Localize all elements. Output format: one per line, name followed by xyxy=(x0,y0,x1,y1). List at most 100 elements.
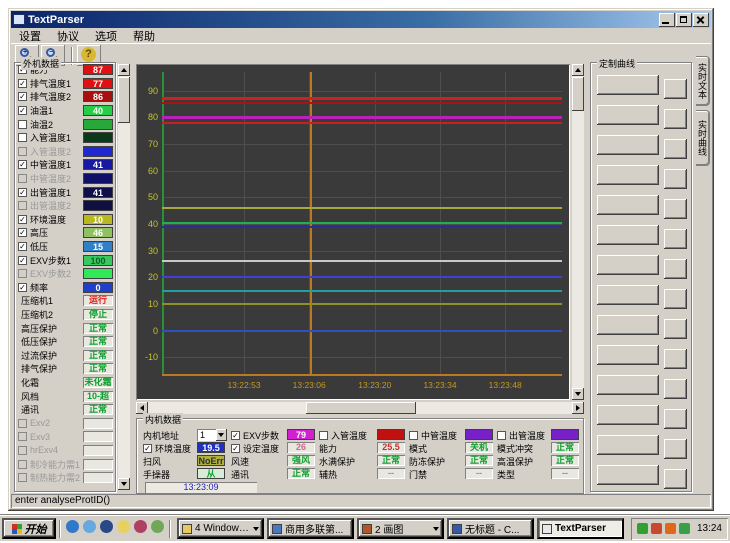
outdoor-data-list: ✓能力87✓排气温度177✓排气温度286✓油温140油温2入管温度1入管温度2… xyxy=(15,63,115,484)
custom-curve-value-field[interactable] xyxy=(664,409,687,429)
chart-vertical-scrollbar[interactable] xyxy=(572,64,584,400)
custom-curve-value-field[interactable] xyxy=(664,319,687,339)
grid-line-h xyxy=(162,91,562,92)
custom-curve-field[interactable] xyxy=(597,255,659,275)
task-button-0[interactable]: 4 Windows... xyxy=(177,518,264,539)
tab-realtime-text[interactable]: 实时文本 xyxy=(696,56,710,106)
checkbox[interactable]: ✓ xyxy=(18,92,27,101)
task-button-label: 商用多联第... xyxy=(285,521,343,536)
menu-item-2[interactable]: 选项 xyxy=(87,28,125,44)
checkbox[interactable] xyxy=(497,431,506,440)
checkbox[interactable]: ✓ xyxy=(18,215,27,224)
scroll-right-button[interactable] xyxy=(572,402,584,414)
scrollbar-thumb[interactable] xyxy=(572,77,584,111)
custom-curve-value-field[interactable] xyxy=(664,439,687,459)
scrollbar-thumb[interactable] xyxy=(118,77,130,123)
indoor-col6-value: 正常 xyxy=(551,455,579,466)
indoor-address-dropdown[interactable]: 1 xyxy=(197,429,227,441)
scroll-down-button[interactable] xyxy=(572,388,584,400)
custom-curve-field[interactable] xyxy=(597,225,659,245)
scrollbar-thumb[interactable] xyxy=(306,402,416,414)
custom-curve-field[interactable] xyxy=(597,435,659,455)
checkbox[interactable] xyxy=(319,431,328,440)
close-button[interactable] xyxy=(693,13,709,27)
task-button-label: TextParser xyxy=(555,523,606,534)
arrow-up-icon xyxy=(121,68,127,72)
custom-curve-value-field[interactable] xyxy=(664,199,687,219)
titlebar[interactable]: TextParser xyxy=(11,11,711,28)
outdoor-scrollbar[interactable] xyxy=(118,64,130,490)
checkbox[interactable]: ✓ xyxy=(18,188,27,197)
quicklaunch-icon-5[interactable] xyxy=(134,520,147,533)
checkbox[interactable]: ✓ xyxy=(18,228,27,237)
checkbox[interactable]: ✓ xyxy=(18,242,27,251)
custom-curve-value-field[interactable] xyxy=(664,349,687,369)
chart-horizontal-scrollbar[interactable] xyxy=(136,402,584,414)
custom-curve-field[interactable] xyxy=(597,405,659,425)
custom-curve-field[interactable] xyxy=(597,165,659,185)
checkbox[interactable] xyxy=(18,120,27,129)
checkbox[interactable]: ✓ xyxy=(18,106,27,115)
quicklaunch-icon-3[interactable] xyxy=(100,520,113,533)
custom-curve-value-field[interactable] xyxy=(664,379,687,399)
task-button-4[interactable]: TextParser xyxy=(537,518,624,539)
task-button-2[interactable]: 2 画图 xyxy=(357,518,444,539)
indoor-col5-value: -- xyxy=(465,468,493,479)
menu-item-3[interactable]: 帮助 xyxy=(125,28,163,44)
checkbox[interactable]: ✓ xyxy=(18,79,27,88)
task-button-3[interactable]: 无标题 - C... xyxy=(447,518,534,539)
custom-curve-field[interactable] xyxy=(597,195,659,215)
quicklaunch-icon-1[interactable] xyxy=(66,520,79,533)
tray-icon-3[interactable] xyxy=(665,523,676,534)
custom-curve-field[interactable] xyxy=(597,75,659,95)
minimize-button[interactable] xyxy=(659,13,675,27)
tray-icon-2[interactable] xyxy=(651,523,662,534)
chevron-down-icon[interactable] xyxy=(433,527,439,531)
outdoor-row-label: 中管温度1 xyxy=(30,158,71,171)
chevron-down-icon[interactable] xyxy=(216,429,227,441)
checkbox[interactable]: ✓ xyxy=(231,431,240,440)
indoor-col3-label: 能力 xyxy=(319,442,337,455)
indoor-label-text: 入管温度 xyxy=(331,429,367,442)
menu-item-1[interactable]: 协议 xyxy=(49,28,87,44)
custom-curve-field[interactable] xyxy=(597,105,659,125)
checkbox[interactable]: ✓ xyxy=(18,283,27,292)
custom-curve-value-field[interactable] xyxy=(664,139,687,159)
tray-icon-1[interactable] xyxy=(637,523,648,534)
custom-curve-value-field[interactable] xyxy=(664,109,687,129)
custom-curve-value-field[interactable] xyxy=(664,169,687,189)
restore-button[interactable] xyxy=(676,13,692,27)
checkbox[interactable]: ✓ xyxy=(231,444,240,453)
custom-curve-value-field[interactable] xyxy=(664,289,687,309)
quicklaunch-icon-2[interactable] xyxy=(83,520,96,533)
custom-curve-value-field[interactable] xyxy=(664,259,687,279)
quicklaunch-icon-6[interactable] xyxy=(151,520,164,533)
custom-curve-field[interactable] xyxy=(597,465,659,485)
checkbox[interactable]: ✓ xyxy=(18,256,27,265)
chart-area[interactable]: 9080706050403020100-1013:22:5313:23:0613… xyxy=(136,64,570,400)
y-axis-tick-label: 40 xyxy=(136,219,158,229)
start-button[interactable]: 开始 xyxy=(2,518,56,539)
scroll-up-button[interactable] xyxy=(118,64,130,76)
tab-realtime-curve[interactable]: 实时曲线 xyxy=(696,110,710,166)
custom-curve-field[interactable] xyxy=(597,375,659,395)
menu-item-0[interactable]: 设置 xyxy=(11,28,49,44)
checkbox[interactable] xyxy=(18,133,27,142)
task-button-icon xyxy=(362,524,372,534)
quicklaunch-icon-4[interactable] xyxy=(117,520,130,533)
scroll-down-button[interactable] xyxy=(118,478,130,490)
checkbox[interactable] xyxy=(409,431,418,440)
custom-curve-value-field[interactable] xyxy=(664,79,687,99)
custom-curve-field[interactable] xyxy=(597,315,659,335)
checkbox[interactable]: ✓ xyxy=(143,444,152,453)
task-button-1[interactable]: 商用多联第... xyxy=(267,518,354,539)
chevron-down-icon[interactable] xyxy=(253,527,259,531)
custom-curve-field[interactable] xyxy=(597,135,659,155)
tray-icon-4[interactable] xyxy=(679,523,690,534)
custom-curve-value-field[interactable] xyxy=(664,229,687,249)
custom-curve-value-field[interactable] xyxy=(664,469,687,489)
custom-curve-field[interactable] xyxy=(597,345,659,365)
custom-curve-field[interactable] xyxy=(597,285,659,305)
checkbox[interactable]: ✓ xyxy=(18,160,27,169)
scroll-up-button[interactable] xyxy=(572,64,584,76)
